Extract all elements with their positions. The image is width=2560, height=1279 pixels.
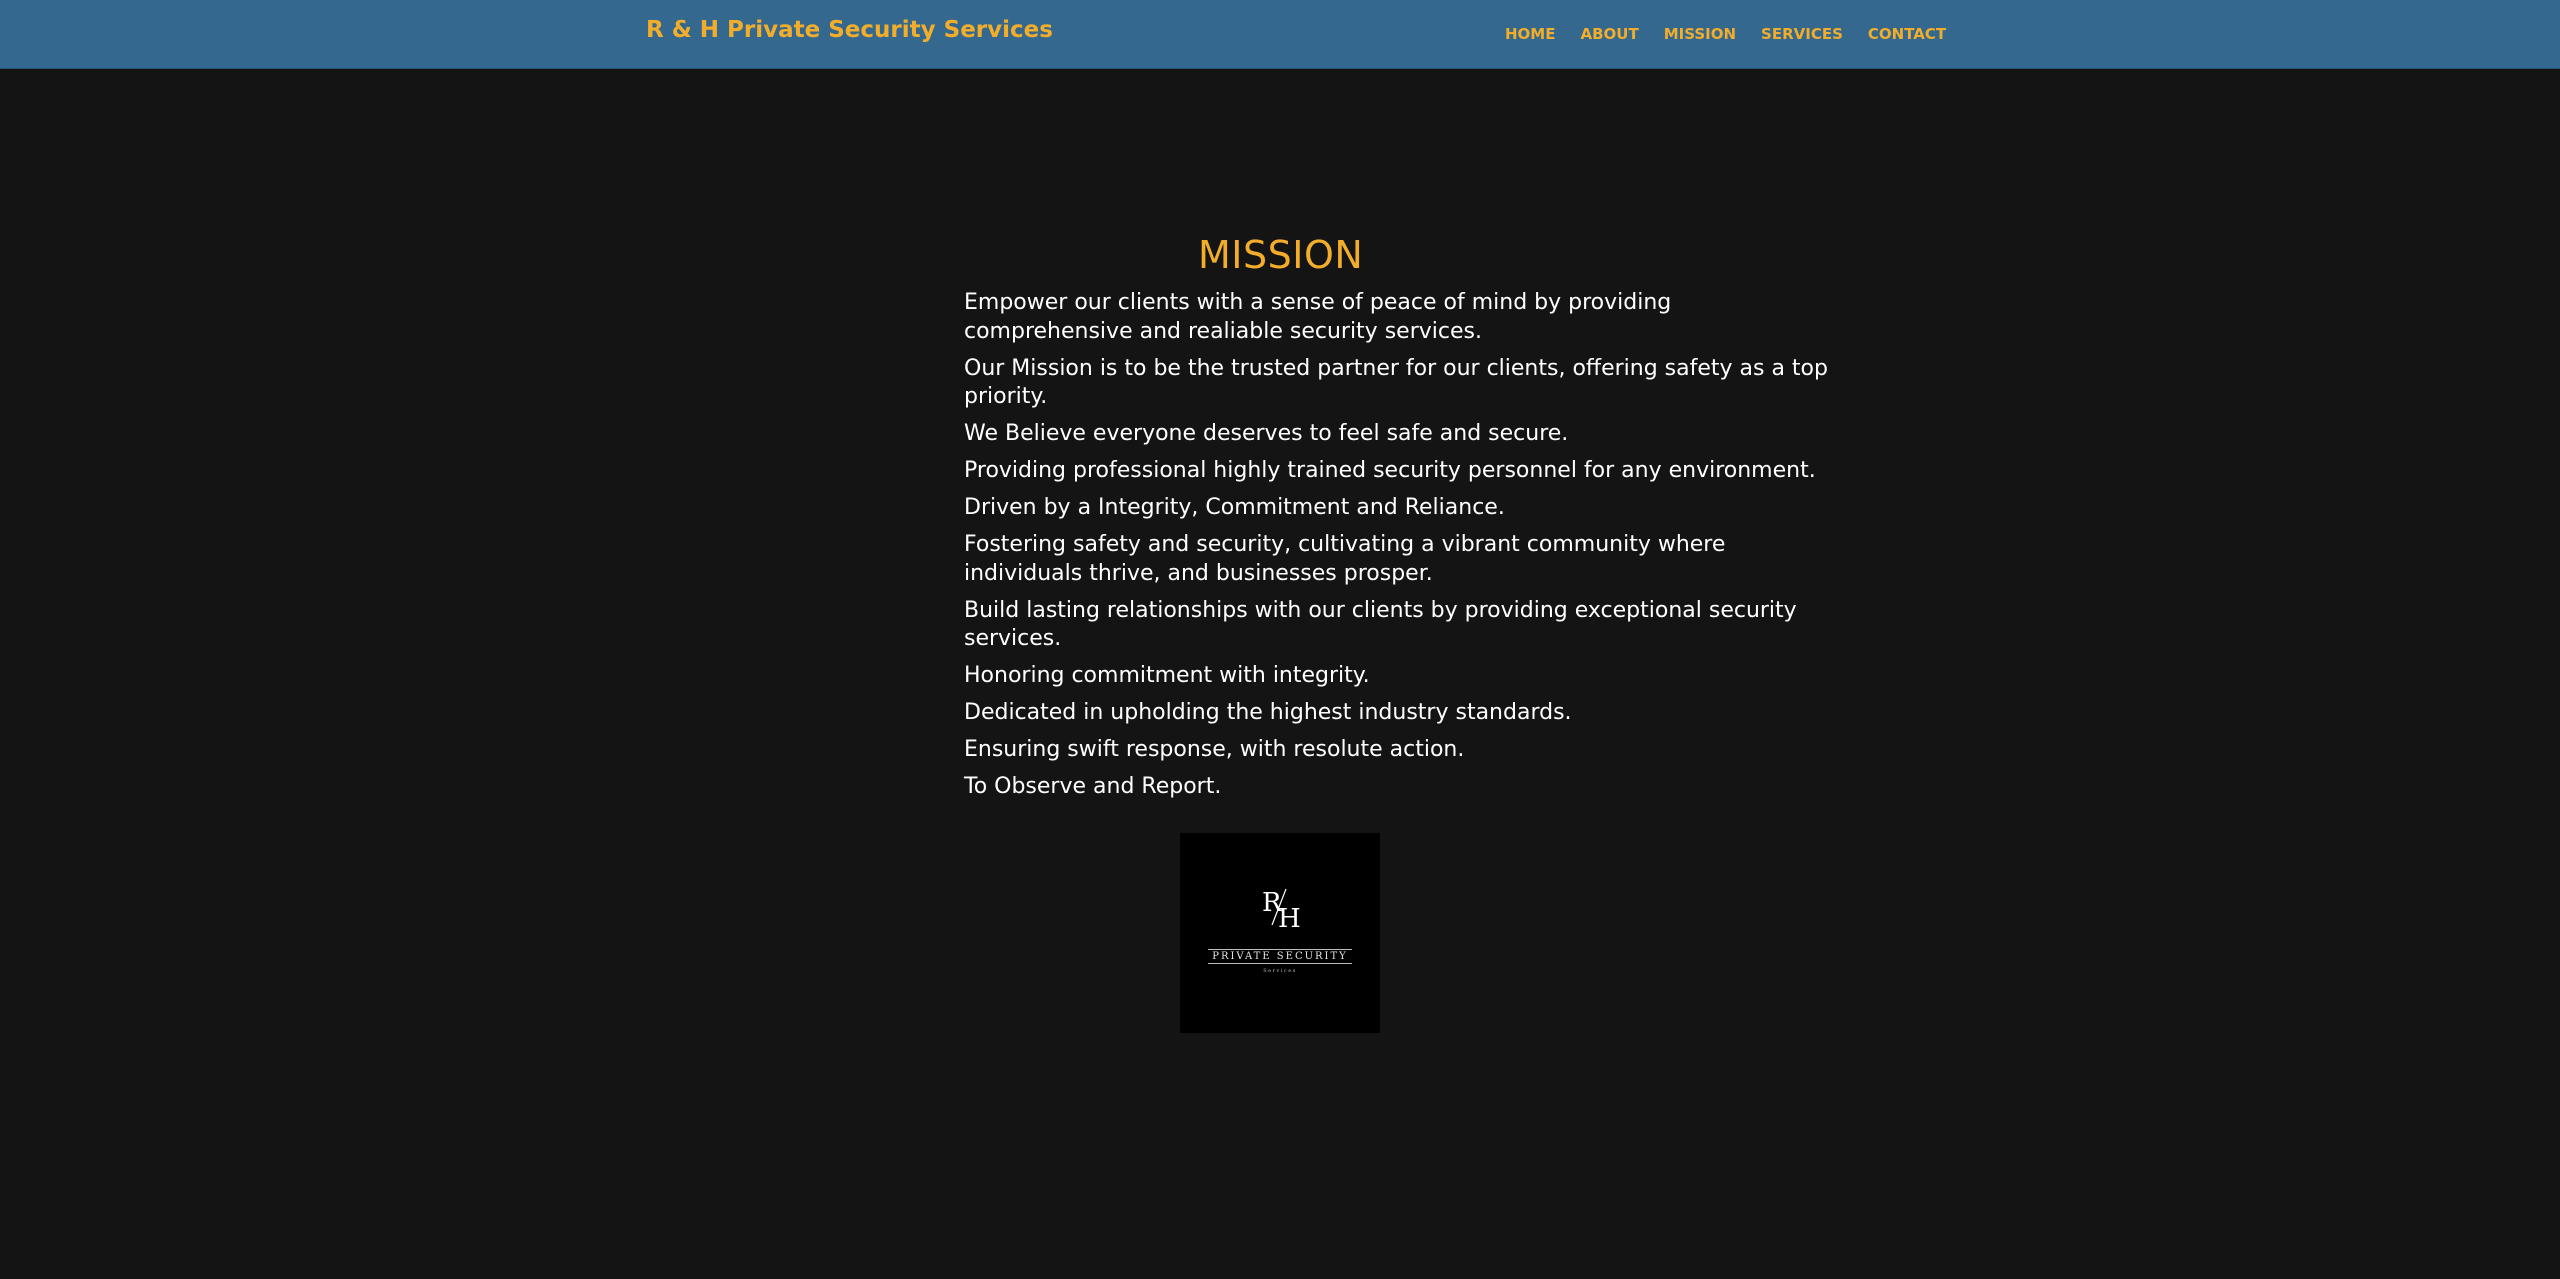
mission-statement: We Believe everyone deserves to feel saf… xyxy=(964,421,1569,446)
nav-link-services[interactable]: SERVICES xyxy=(1761,25,1843,43)
mission-statements: Empower our clients with a sense of peac… xyxy=(964,289,1844,810)
brand-link[interactable]: R & H Private Security Services xyxy=(646,17,1053,43)
page-title: MISSION xyxy=(1198,233,1364,277)
mission-statement: Our Mission is to be the trusted partner… xyxy=(964,355,1828,410)
mission-statement: Driven by a Integrity, Commitment and Re… xyxy=(964,495,1505,520)
svg-text:H: H xyxy=(1278,904,1301,934)
mission-statement: Build lasting relationships with our cli… xyxy=(964,597,1797,652)
mission-statement: Providing professional highly trained se… xyxy=(964,458,1816,483)
logo-subcaption: Services xyxy=(1263,968,1297,974)
mission-statement: Fostering safety and security, cultivati… xyxy=(964,532,1726,586)
mission-statement: Honoring commitment with integrity. xyxy=(964,663,1370,688)
company-logo: R H PRIVATE SECURITY Services xyxy=(1180,833,1380,1033)
mission-statement: Dedicated in upholding the highest indus… xyxy=(964,700,1572,725)
mission-statement: To Observe and Report. xyxy=(964,774,1222,799)
nav-link-home[interactable]: HOME xyxy=(1505,25,1555,43)
nav-link-about[interactable]: ABOUT xyxy=(1580,25,1638,43)
nav-link-contact[interactable]: CONTACT xyxy=(1868,25,1946,43)
main-nav: HOME ABOUT MISSION SERVICES CONTACT xyxy=(1505,25,1946,43)
top-navbar: R & H Private Security Services HOME ABO… xyxy=(0,0,2560,69)
mission-statement: Empower our clients with a sense of peac… xyxy=(964,290,1672,344)
rh-monogram-logo: R H xyxy=(1262,888,1301,934)
mission-statement: Ensuring swift response, with resolute a… xyxy=(964,737,1465,762)
logo-caption: PRIVATE SECURITY xyxy=(1208,949,1352,964)
nav-link-mission[interactable]: MISSION xyxy=(1664,25,1736,43)
